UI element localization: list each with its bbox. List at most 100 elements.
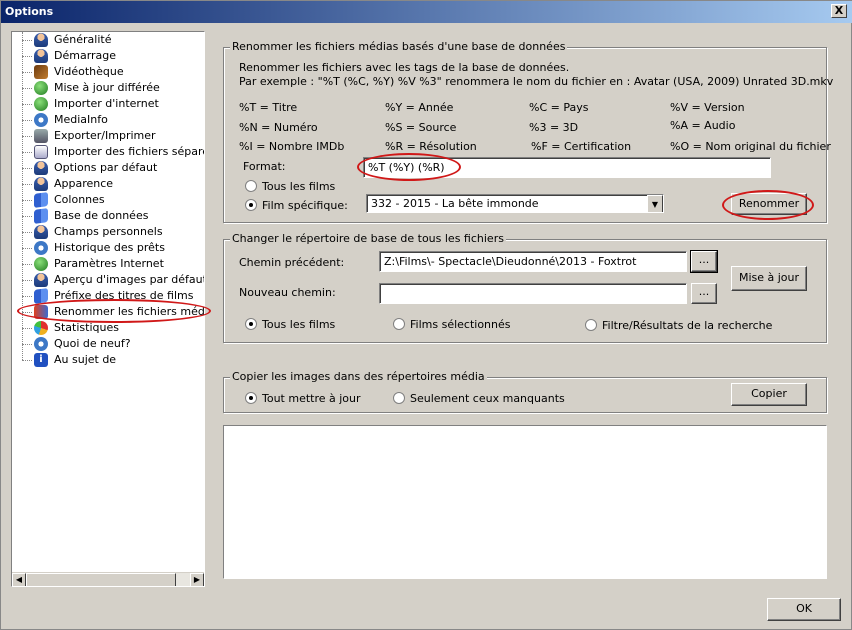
tree-item[interactable]: Renommer les fichiers médias <box>12 304 204 320</box>
prev-path-label: Chemin précédent: <box>239 256 345 269</box>
printer-icon <box>34 129 48 143</box>
scroll-left-icon[interactable]: ◀ <box>12 573 26 586</box>
copy-group-title: Copier les images dans des répertoires m… <box>230 370 487 383</box>
copy-button[interactable]: Copier <box>731 383 807 406</box>
new-path-browse-button[interactable]: ... <box>691 283 717 304</box>
tree-item-label: Historique des prêts <box>54 241 165 254</box>
tree-item-label: Quoi de neuf? <box>54 337 131 350</box>
tag-C: %C = Pays <box>529 101 589 114</box>
scroll-thumb[interactable] <box>26 573 176 586</box>
tree-item-label: MediaInfo <box>54 113 108 126</box>
rename-desc-line2: Par exemple : "%T (%C, %Y) %V %3" renomm… <box>239 75 834 88</box>
format-input[interactable]: %T (%Y) (%R) <box>363 157 771 178</box>
tag-N: %N = Numéro <box>239 121 318 134</box>
tree-item-label: Vidéothèque <box>54 65 124 78</box>
tree-item[interactable]: Paramètres Internet <box>12 256 204 272</box>
tag-I: %I = Nombre IMDb <box>239 140 345 153</box>
tree-item[interactable]: Aperçu d'images par défaut <box>12 272 205 288</box>
tree-item-label: Base de données <box>54 209 149 222</box>
tree-item[interactable]: Apparence <box>12 176 204 192</box>
tree-item[interactable]: Exporter/Imprimer <box>12 128 204 144</box>
tree-item-label: Préfixe des titres de films <box>54 289 194 302</box>
globe-icon <box>34 257 48 271</box>
specific-film-select[interactable]: 332 - 2015 - La bête immonde ▼ <box>366 194 664 213</box>
tree-item[interactable]: Historique des prêts <box>12 240 204 256</box>
rename-group-title: Renommer les fichiers médias basés d'une… <box>230 40 568 53</box>
tree-item-label: Statistiques <box>54 321 119 334</box>
info-icon: i <box>34 353 48 367</box>
tag-O: %O = Nom original du fichier <box>670 140 831 153</box>
tree-item[interactable]: MediaInfo <box>12 112 204 128</box>
log-output-area[interactable] <box>223 425 827 579</box>
tag-A: %A = Audio <box>670 119 736 132</box>
tree-item-label: Généralité <box>54 33 112 46</box>
tag-F: %F = Certification <box>531 140 632 153</box>
tree-item[interactable]: Importer d'internet <box>12 96 204 112</box>
tree-item[interactable]: Démarrage <box>12 48 204 64</box>
ok-button[interactable]: OK <box>767 598 841 621</box>
tree-horizontal-scrollbar[interactable]: ◀ ▶ <box>12 572 204 586</box>
new-path-label: Nouveau chemin: <box>239 286 336 299</box>
person-icon <box>34 225 48 239</box>
chevron-down-icon[interactable]: ▼ <box>647 195 663 212</box>
changedir-radio-selected[interactable]: Films sélectionnés <box>393 318 511 331</box>
windows-icon <box>34 192 48 208</box>
tag-T: %T = Titre <box>239 101 298 114</box>
tree-item[interactable]: Vidéothèque <box>12 64 204 80</box>
rename-desc-line1: Renommer les fichiers avec les tags de l… <box>239 61 570 74</box>
changedir-radio-filter[interactable]: Filtre/Résultats de la recherche <box>585 319 772 332</box>
tree-item[interactable]: i Au sujet de <box>12 352 204 368</box>
person-icon <box>34 161 48 175</box>
flag-icon <box>34 305 48 319</box>
tree-item[interactable]: Généralité <box>12 32 204 48</box>
tree-item[interactable]: Options par défaut <box>12 160 204 176</box>
tree-item[interactable]: Importer des fichiers séparés p <box>12 144 204 160</box>
copy-radio-all[interactable]: Tout mettre à jour <box>245 392 361 405</box>
scroll-right-icon[interactable]: ▶ <box>190 573 204 586</box>
copy-radio-missing[interactable]: Seulement ceux manquants <box>393 392 565 405</box>
tree-item-label: Mise à jour différée <box>54 81 160 94</box>
changedir-radio-all[interactable]: Tous les films <box>245 318 335 331</box>
gear-icon <box>34 337 48 351</box>
doc-icon <box>34 145 48 159</box>
tree-item-label: Au sujet de <box>54 353 117 366</box>
tree-item-label: Champs personnels <box>54 225 163 238</box>
tree-item[interactable]: Statistiques <box>12 320 204 336</box>
tree-item[interactable]: Mise à jour différée <box>12 80 204 96</box>
person-icon <box>34 33 48 47</box>
tag-R: %R = Résolution <box>385 140 477 153</box>
tag-S: %S = Source <box>385 121 457 134</box>
tag-Y: %Y = Année <box>385 101 454 114</box>
prev-path-input[interactable]: Z:\Films\- Spectacle\Dieudonné\2013 - Fo… <box>379 251 687 272</box>
rename-radio-all[interactable]: Tous les films <box>245 180 335 193</box>
format-label: Format: <box>243 160 286 173</box>
tree-item[interactable]: Champs personnels <box>12 224 204 240</box>
tree-item-label: Exporter/Imprimer <box>54 129 156 142</box>
film-icon <box>34 65 48 79</box>
new-path-input[interactable] <box>379 283 687 304</box>
tree-item-label: Importer des fichiers séparés p <box>54 145 204 158</box>
gear-icon <box>34 241 48 255</box>
options-window: Options X Généralité Démarrage Vidéothèque… <box>0 0 852 630</box>
title-bar: Options X <box>1 1 852 23</box>
tree-item[interactable]: Quoi de neuf? <box>12 336 204 352</box>
tree-item-label: Colonnes <box>54 193 105 206</box>
pie-icon <box>34 321 48 335</box>
tree-item-label: Apparence <box>54 177 114 190</box>
tree-item-label: Aperçu d'images par défaut <box>54 273 205 286</box>
person-icon <box>34 177 48 191</box>
update-button[interactable]: Mise à jour <box>731 266 807 291</box>
rename-button[interactable]: Renommer <box>731 193 807 215</box>
changedir-group-title: Changer le répertoire de base de tous le… <box>230 232 506 245</box>
close-button[interactable]: X <box>831 4 847 18</box>
options-tree[interactable]: Généralité Démarrage Vidéothèque Mise à jou… <box>11 31 205 587</box>
tree-item[interactable]: Base de données <box>12 208 204 224</box>
tree-item[interactable]: Colonnes <box>12 192 204 208</box>
windows-icon <box>34 208 48 224</box>
tag-V: %V = Version <box>670 101 745 114</box>
rename-radio-specific[interactable]: Film spécifique: <box>245 199 348 212</box>
tree-item[interactable]: Préfixe des titres de films <box>12 288 204 304</box>
prev-path-browse-button[interactable]: ... <box>690 250 718 273</box>
window-title: Options <box>5 5 54 18</box>
tree-item-label: Paramètres Internet <box>54 257 164 270</box>
